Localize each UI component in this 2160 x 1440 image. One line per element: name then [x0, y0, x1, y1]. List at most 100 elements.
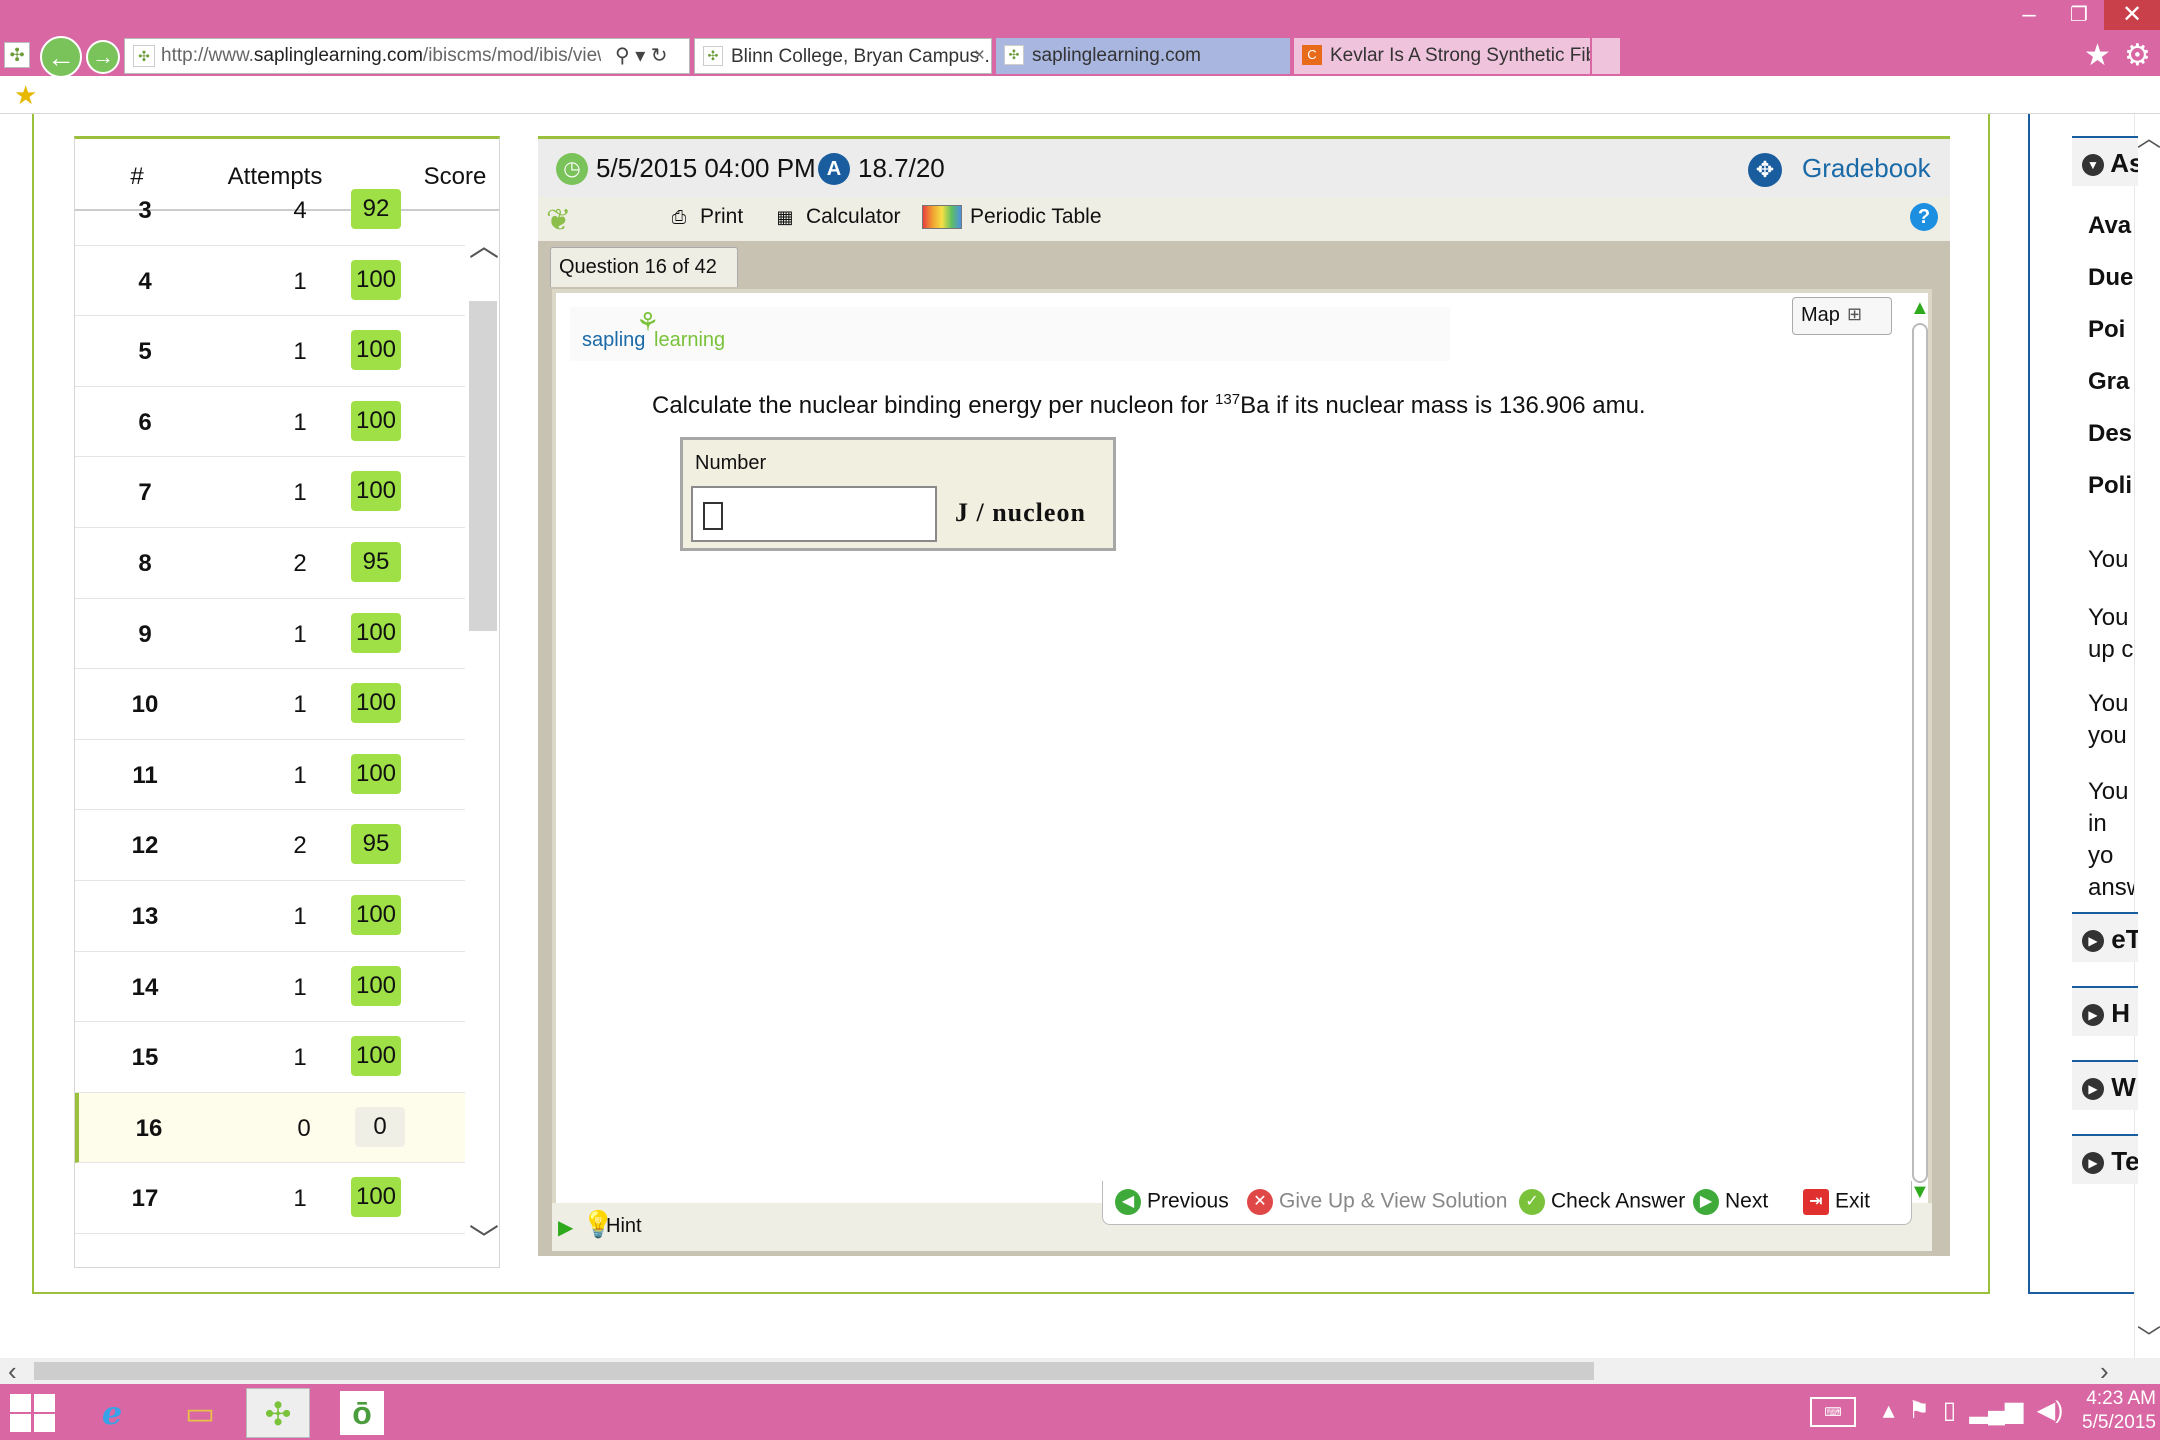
tab-kevlar[interactable]: C Kevlar Is A Strong Synthetic Fib... — [1294, 38, 1590, 74]
sapling-taskbar-icon[interactable]: ✣ — [246, 1388, 310, 1438]
scroll-left-icon[interactable]: ‹ — [8, 1356, 17, 1387]
next-button[interactable]: ▶ Next — [1693, 1189, 1768, 1215]
gradebook-icon[interactable]: ✥ — [1748, 153, 1782, 187]
score-badge: 100 — [351, 1036, 401, 1077]
give-up-view-solution-button[interactable]: ✕ Give Up & View Solution — [1247, 1189, 1507, 1215]
help-icon[interactable]: ? — [1910, 203, 1938, 231]
horizontal-scroll-thumb[interactable] — [34, 1362, 1594, 1380]
field-policies: Poli — [2088, 472, 2133, 499]
question-scrollbar[interactable]: ▲ ▼ — [1908, 293, 1932, 1209]
question-header: ◷ 5/5/2015 04:00 PM A 18.7/20 ✥ Gradeboo… — [538, 139, 1950, 197]
table-row[interactable]: 12 2 95 — [75, 810, 465, 881]
section-label: Te — [2111, 1146, 2138, 1176]
print-label: Print — [700, 205, 744, 228]
score-badge: 95 — [351, 824, 401, 865]
table-row[interactable]: 10 1 100 — [75, 669, 465, 740]
scroll-up-icon[interactable]: ︿ — [2137, 118, 2160, 153]
table-row[interactable]: 4 1 100 — [75, 246, 465, 317]
chevron-up-icon[interactable]: ︿ — [469, 221, 499, 265]
scroll-up-arrow-icon[interactable]: ▲ — [1910, 297, 1930, 320]
windows-start-icon[interactable] — [10, 1394, 56, 1432]
periodic-table-button[interactable]: Periodic Table — [922, 205, 1102, 230]
address-bar[interactable]: ✣ http://www.saplinglearning.com/ibiscms… — [124, 38, 690, 74]
hint-expand-arrow-icon[interactable]: ▶ — [558, 1215, 573, 1240]
battery-icon[interactable]: ▯ — [1943, 1397, 1956, 1424]
table-row[interactable]: 8 2 95 — [75, 528, 465, 599]
question-prompt: Calculate the nuclear binding energy per… — [652, 391, 1646, 420]
question-scroll-track[interactable] — [1912, 323, 1928, 1183]
browser-title-bar: – ❐ ✕ ✣ ← → ✣ http://www.saplinglearning… — [0, 0, 2160, 78]
question-number: 11 — [132, 761, 158, 789]
page-horizontal-scrollbar[interactable]: ‹ › — [0, 1356, 2160, 1387]
minimize-button[interactable]: – — [2004, 0, 2054, 30]
table-row[interactable]: 13 1 100 — [75, 881, 465, 952]
address-url[interactable]: http://www.saplinglearning.com/ibiscms/m… — [161, 45, 601, 67]
question-map-button[interactable]: Map ⊞ — [1792, 297, 1892, 335]
maximize-button[interactable]: ❐ — [2054, 0, 2104, 30]
scroll-down-arrow-icon[interactable]: ▼ — [1910, 1181, 1930, 1204]
internet-explorer-icon[interactable]: e — [80, 1388, 144, 1438]
section-w[interactable]: ▶ W — [2072, 1060, 2138, 1110]
print-button[interactable]: ⎙ Print — [666, 205, 743, 229]
add-favorite-star-icon[interactable]: ★ — [14, 80, 37, 111]
previous-button[interactable]: ◀ Previous — [1115, 1189, 1229, 1215]
table-row[interactable]: 11 1 100 — [75, 740, 465, 811]
close-window-button[interactable]: ✕ — [2104, 0, 2160, 30]
favorites-star-icon[interactable]: ★ — [2084, 38, 2111, 73]
check-answer-button[interactable]: ✓ Check Answer — [1519, 1189, 1685, 1215]
page-favicon-icon: ✣ — [133, 45, 155, 67]
tab-saplinglearning[interactable]: ✣ saplinglearning.com — [996, 38, 1290, 74]
table-row[interactable]: 9 1 100 — [75, 599, 465, 670]
table-row[interactable]: 5 1 100 — [75, 316, 465, 387]
back-button[interactable]: ← — [40, 36, 82, 78]
table-row[interactable]: 16 0 0 — [75, 1092, 465, 1164]
answer-box: Number J / nucleon — [680, 437, 1116, 551]
calculator-button[interactable]: ▦ Calculator — [772, 205, 900, 229]
table-row[interactable]: 15 1 100 — [75, 1022, 465, 1093]
table-row[interactable]: 17 1 100 — [75, 1163, 465, 1234]
scroll-down-icon[interactable]: ﹀ — [2137, 1318, 2160, 1353]
address-search-refresh-icons[interactable]: ⚲ ▾ ↻ — [615, 43, 668, 68]
new-tab-button[interactable] — [1592, 38, 1620, 74]
table-row[interactable]: 14 1 100 — [75, 952, 465, 1023]
taskbar-date[interactable]: 5/5/2015 — [2060, 1412, 2156, 1434]
system-tray[interactable]: ⌨ ▴ ⚑ ▯ ▂▄▆ ◀) — [1810, 1396, 2063, 1427]
section-label: H — [2111, 998, 2131, 1028]
exit-button[interactable]: ⇥ Exit — [1803, 1189, 1870, 1215]
printer-icon: ⎙ — [671, 207, 687, 228]
file-explorer-icon[interactable]: ▭ — [168, 1388, 232, 1438]
field-description: Des — [2088, 420, 2133, 447]
sitemap-icon: ⊞ — [1847, 304, 1863, 324]
assignment-info-header[interactable]: ▼ As — [2072, 136, 2138, 186]
question-number: 14 — [131, 973, 159, 1001]
gradebook-link[interactable]: Gradebook — [1802, 153, 1931, 184]
question-score-table: # Attempts Score 3 4 92 4 1 100 5 1 100 6 1 100 7 1 10… — [74, 136, 500, 1268]
green-app-icon[interactable]: ō — [330, 1388, 394, 1438]
attempt-count: 1 — [293, 408, 307, 436]
tab-blinn-college[interactable]: ✣ Blinn College, Bryan Campus ... × — [694, 38, 992, 74]
due-date: 5/5/2015 04:00 PM — [596, 153, 816, 183]
scroll-right-icon[interactable]: › — [2100, 1356, 2109, 1387]
signal-icon[interactable]: ▂▄▆ — [1969, 1397, 2023, 1424]
answer-unit: J / nucleon — [955, 498, 1086, 527]
tab-favicon-icon: ✣ — [1004, 45, 1024, 65]
table-scrollbar[interactable]: ︿ ﹀ — [465, 211, 499, 1267]
answer-number-input[interactable] — [691, 486, 937, 542]
table-row[interactable]: 3 4 92 — [75, 175, 465, 246]
action-center-flag-icon[interactable]: ⚑ — [1908, 1397, 1930, 1424]
chevron-down-icon[interactable]: ﹀ — [469, 1215, 499, 1259]
answer-label: Number — [695, 452, 767, 474]
table-row[interactable]: 7 1 100 — [75, 457, 465, 528]
table-row[interactable]: 6 1 100 — [75, 387, 465, 458]
section-help[interactable]: ▶ H — [2072, 986, 2138, 1036]
settings-gear-icon[interactable]: ⚙ — [2124, 38, 2151, 73]
section-te[interactable]: ▶ Te — [2072, 1134, 2138, 1184]
forward-button[interactable]: → — [86, 40, 120, 74]
touch-keyboard-icon[interactable]: ⌨ — [1810, 1396, 1856, 1427]
table-scroll-thumb[interactable] — [469, 301, 497, 631]
tray-expand-icon[interactable]: ▴ — [1883, 1397, 1895, 1424]
taskbar-time[interactable]: 4:23 AM — [2060, 1388, 2156, 1410]
tab-close-icon[interactable]: × — [974, 45, 985, 67]
hint-button[interactable]: Hint — [606, 1215, 642, 1238]
section-ebook[interactable]: ▶ eT — [2072, 912, 2138, 962]
